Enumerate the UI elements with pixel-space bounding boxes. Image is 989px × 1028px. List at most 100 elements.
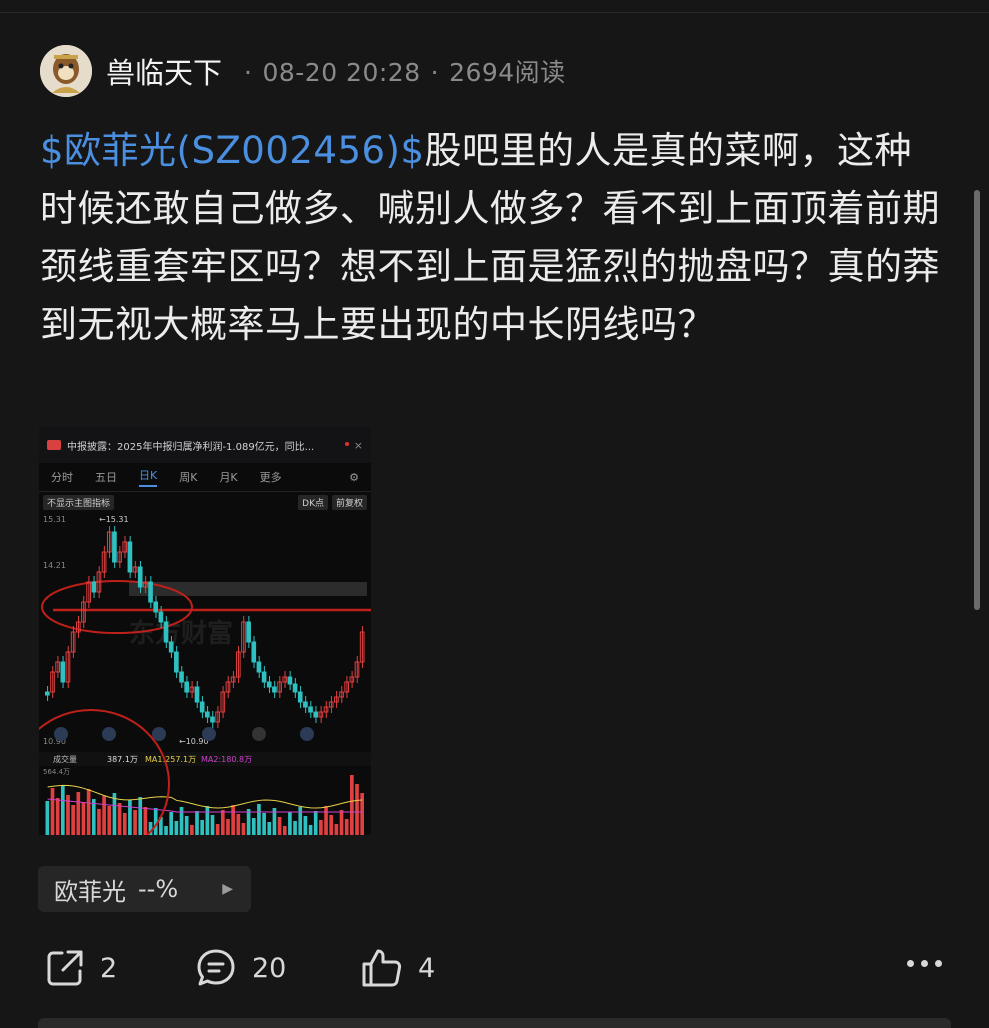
candle xyxy=(266,681,272,688)
candle xyxy=(194,686,200,703)
volume-bar xyxy=(50,788,55,835)
candle xyxy=(287,676,293,685)
bottom-input-bar[interactable] xyxy=(38,1018,951,1028)
candle xyxy=(137,566,143,588)
volume-bar xyxy=(143,807,148,835)
post-body: $欧菲光(SZ002456)$股吧里的人是真的菜啊，这种时候还敢自己做多、喊别人… xyxy=(40,122,940,354)
avatar[interactable] xyxy=(40,45,92,97)
volume-bar xyxy=(107,806,112,835)
comment-count: 20 xyxy=(252,952,287,984)
watermark: 东方财富 xyxy=(129,618,233,649)
like-button[interactable]: 4 xyxy=(360,940,435,996)
volume-bar xyxy=(190,825,194,835)
image-tab-label: 周K xyxy=(179,471,198,484)
volume-bar xyxy=(195,811,199,835)
volume-bars-group xyxy=(45,775,364,835)
volume-bar xyxy=(81,802,86,835)
volume-bar xyxy=(138,797,143,835)
read-count: 2694阅读 xyxy=(449,58,566,87)
candle xyxy=(308,706,313,713)
volume-bar xyxy=(298,807,303,835)
more-icon[interactable] xyxy=(907,960,942,967)
volume-bar xyxy=(360,793,364,835)
post-meta: · 08-20 20:28 · 2694阅读 xyxy=(244,58,566,87)
volume-label: 成交量 xyxy=(53,754,77,764)
candle xyxy=(153,601,159,613)
volume-bar xyxy=(153,808,158,835)
scrollbar[interactable] xyxy=(974,190,980,610)
volume-bar xyxy=(267,822,272,835)
volume-bar xyxy=(220,810,225,835)
volume-bar xyxy=(128,800,132,835)
price-label-high: 15.31 xyxy=(43,515,66,524)
volume-bar xyxy=(210,815,215,835)
volume-bar xyxy=(179,807,184,835)
volume-bar xyxy=(329,815,334,835)
top-divider xyxy=(0,12,989,13)
image-tab-label: 月K xyxy=(219,471,238,484)
volume-bar xyxy=(60,785,65,835)
volume-value: 387.1万 xyxy=(107,755,138,764)
close-icon: × xyxy=(353,438,363,452)
image-notice-bar: 中报披露：2025年中报归属净利润-1.089亿元，同比... × xyxy=(39,427,371,463)
volume-axis-label: 564.4万 xyxy=(43,768,70,776)
action-bar: 2 20 4 xyxy=(0,940,989,996)
nav-button-icon xyxy=(300,727,314,741)
author-name[interactable]: 兽临天下 xyxy=(106,50,222,92)
candle xyxy=(261,671,267,683)
candle xyxy=(205,711,210,718)
candle xyxy=(158,611,164,623)
post-image-kline[interactable]: 中报披露：2025年中报归属净利润-1.089亿元，同比... × 分时 五日 … xyxy=(39,427,371,835)
image-tabs: 分时 五日 日K 周K 月K 更多 ⚙ xyxy=(39,463,371,492)
nav-button-icon xyxy=(252,727,266,741)
candle xyxy=(112,531,117,563)
volume-bar xyxy=(257,804,261,835)
comment-button[interactable]: 20 xyxy=(194,940,286,996)
nav-button-icon xyxy=(202,727,216,741)
volume-bar xyxy=(251,818,256,835)
volume-bar xyxy=(97,809,101,835)
volume-bar xyxy=(55,798,60,835)
volume-bar xyxy=(91,799,96,835)
volume-bar xyxy=(71,805,75,835)
volume-bar xyxy=(174,821,179,835)
candle xyxy=(60,661,66,683)
image-tab-label: 五日 xyxy=(95,471,117,484)
volume-bar xyxy=(236,814,241,835)
adjust-label: 前复权 xyxy=(331,494,367,510)
share-count: 2 xyxy=(100,952,118,984)
gear-icon: ⚙ xyxy=(349,470,359,484)
candle xyxy=(256,661,262,673)
dk-label: DK点 xyxy=(298,494,328,510)
candle xyxy=(297,691,303,703)
stock-link[interactable]: $欧菲光(SZ002456)$ xyxy=(40,129,425,172)
volume-bar xyxy=(184,816,189,835)
volume-bar xyxy=(200,820,204,835)
volume-bar xyxy=(215,824,220,835)
image-notice-text: 中报披露：2025年中报归属净利润-1.089亿元，同比... xyxy=(67,441,315,453)
post-header: 兽临天下 · 08-20 20:28 · 2694阅读 xyxy=(40,45,566,97)
volume-bar xyxy=(102,796,106,835)
share-button[interactable]: 2 xyxy=(44,940,117,996)
nav-button-icon xyxy=(54,727,68,741)
volume-bar xyxy=(344,819,349,835)
stock-chip-name: 欧菲光 xyxy=(54,877,126,906)
image-tab-label: 更多 xyxy=(259,471,282,484)
volume-bar xyxy=(231,805,235,835)
nav-button-icon xyxy=(102,727,116,741)
volume-bar xyxy=(319,820,323,835)
candle xyxy=(303,701,308,708)
candle xyxy=(174,651,179,673)
volume-bar xyxy=(169,812,174,835)
post-date: 08-20 20:28 xyxy=(262,58,421,87)
candle xyxy=(163,621,169,643)
candle xyxy=(292,683,298,693)
volume-bar xyxy=(112,793,117,835)
volume-bar xyxy=(277,817,282,835)
volume-bar xyxy=(76,792,81,835)
volume-bar xyxy=(262,813,266,835)
stock-chip[interactable]: 欧菲光 --% ▶ xyxy=(38,866,251,912)
comment-icon xyxy=(197,949,235,986)
candle xyxy=(168,641,174,653)
kline-chart-picture: 15.31 ←15.31 14.21 10.90 ←10.90 东方财富 成交量… xyxy=(39,515,371,835)
